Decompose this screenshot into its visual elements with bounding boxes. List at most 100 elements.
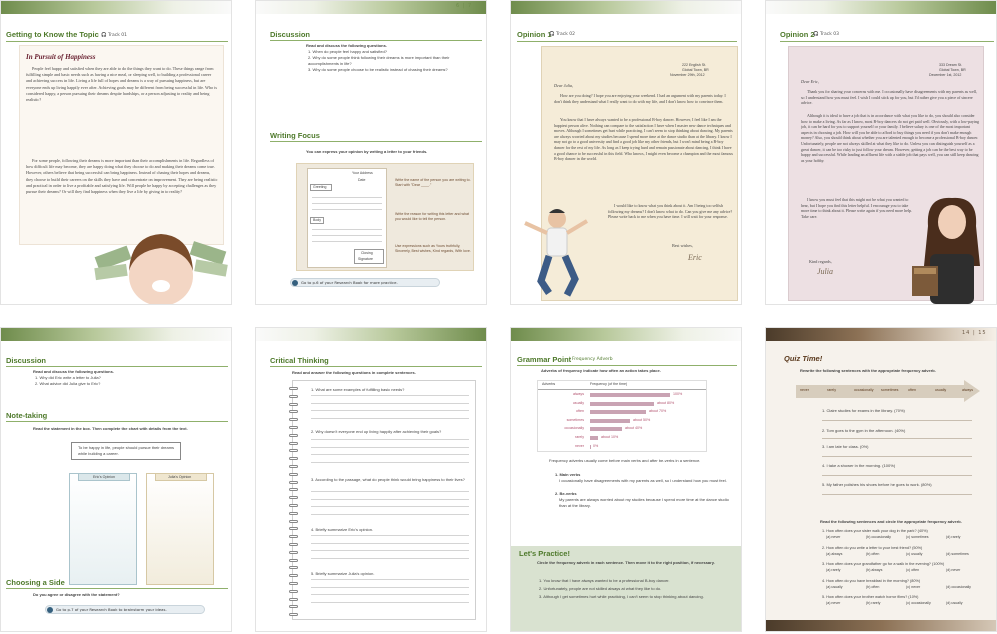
answer-line[interactable] [311,498,469,500]
mc-option[interactable]: (b) often [866,585,879,591]
mc-option[interactable]: (d) never [946,568,960,574]
research-book-link[interactable]: Go to p.7 of your Research Book to brain… [45,605,205,614]
page-title: Grammar Point [517,355,572,364]
frequency-value: about 50% [633,417,651,422]
mc-option[interactable]: (b) always [866,568,882,574]
answer-line[interactable] [311,491,469,492]
frequency-value: about 80% [657,400,675,405]
question-2: 2. Why do some people think following th… [308,55,450,66]
answer-line[interactable] [311,395,469,396]
answer-line[interactable] [311,402,469,404]
track-text: Track 03 [820,32,839,37]
answer-line[interactable] [311,513,469,515]
spiral-ring [289,589,298,593]
spiral-ring [289,558,298,562]
title-underline [780,41,994,42]
answer-line[interactable] [311,579,469,580]
mc-question: 5. How often does your brother watch hor… [822,595,919,599]
writing-instruction: You can express your opinion by writing … [306,149,428,154]
page-opinion-1: Opinion 1 🎧 Track 02 222 English St. Glo… [510,0,742,305]
answer-line[interactable] [311,586,469,588]
page-footer-bar [766,620,996,631]
answer-line[interactable] [311,601,469,603]
spiral-ring [289,605,298,609]
mc-option[interactable]: (c) usually [906,552,922,558]
page-header-bar [1,328,231,341]
track-label[interactable]: 🎧 Track 03 [813,32,839,37]
mc-option[interactable]: (a) rarely [826,568,840,574]
answer-line[interactable] [311,542,469,544]
quiz-item-4: 4. I take a shower in the morning. (100%… [822,463,896,468]
answer-line[interactable] [311,550,469,551]
answer-line[interactable] [822,475,972,476]
answer-line[interactable] [311,535,469,536]
letter-format-diagram: Your Address Date Greeting Body Closing … [296,163,474,271]
lets-practice-panel: Let's Practice! Circle the frequency adv… [511,546,741,631]
mc-option[interactable]: (c) sometimes [906,535,929,541]
mc-option[interactable]: (d) usually [946,601,963,607]
be-verbs-heading: 2. Be-verbs [555,491,577,496]
question-1: 1. Why did Eric write a letter to Julia? [35,375,101,380]
adverb-label: often [576,409,584,414]
spiral-ring [289,480,298,484]
bboy-dancer-illustration [524,209,589,297]
title-underline [6,421,228,422]
answer-line[interactable] [822,420,972,421]
julia-opinion-column[interactable]: Julia's Opinion [146,473,214,585]
letter-paragraph-3: I know you must feel that this might not… [801,197,912,219]
page-header-bar [511,1,741,14]
mc-option[interactable]: (c) occasionally [906,601,931,607]
frequency-value: about 70% [649,409,667,414]
page-quiz-time: 14 | 15 Quiz Time! Rewrite the following… [765,327,997,632]
letter-date: November 29th, 2012 [670,73,705,77]
subtitle-text: Frequency Adverb [571,357,613,362]
answer-line[interactable] [311,557,469,559]
page-header-bar [766,1,996,14]
mc-option[interactable]: (d) sometimes [946,552,969,558]
mc-option[interactable]: (c) never [906,585,920,591]
mc-option[interactable]: (b) occasionally [866,535,891,541]
title-underline [517,41,737,42]
answer-line[interactable] [822,438,972,439]
quiz-item-1: 1. Claire studies for exams in the libra… [822,408,905,413]
letter-template: Your Address Date Greeting Body Closing … [307,168,387,268]
mc-option[interactable]: (a) never [826,601,840,607]
research-book-link[interactable]: Go to p.6 of your Research Book for more… [290,278,440,287]
answer-line[interactable] [822,494,972,495]
mc-option[interactable]: (d) occasionally [946,585,971,591]
track-label[interactable]: 🎧 Track 02 [549,32,575,37]
scale-word: always [962,388,973,392]
answer-line[interactable] [311,410,469,411]
page-discussion-writing: 6 | 7 Discussion Read and discuss the fo… [255,0,487,305]
answer-line[interactable] [311,506,469,507]
answer-line[interactable] [822,456,972,457]
answer-line[interactable] [311,446,469,448]
mc-option[interactable]: (c) often [906,568,919,574]
practice-item-1[interactable]: 1. You know that I have always wanted to… [539,578,735,584]
reading-panel: In Pursuit of Happiness People feel happ… [19,45,224,245]
answer-line[interactable] [311,461,469,463]
woman-with-money-illustration [94,234,228,304]
mc-option[interactable]: (a) never [826,535,840,541]
mc-option[interactable]: (d) rarely [946,535,960,541]
section-title-writing-focus: Writing Focus [270,131,320,140]
address-line-1: 222 English St. [682,63,707,67]
main-verbs-example: I occasionally have disagreements with m… [559,478,727,483]
answer-line[interactable] [311,454,469,455]
discussion-instruction: Read and discuss the following questions… [306,43,387,48]
practice-item-3[interactable]: 3. Although I get sometimes hurt while p… [539,594,735,600]
mc-option[interactable]: (a) always [826,552,842,558]
answer-line[interactable] [311,439,469,440]
answer-line[interactable] [311,594,469,595]
mc-option[interactable]: (b) often [866,552,879,558]
mc-option[interactable]: (a) usually [826,585,843,591]
frequency-bar [590,401,654,406]
answer-line[interactable] [311,417,469,419]
label-address: Your Address [352,171,373,175]
track-label[interactable]: 🎧 Track 01 [101,33,127,38]
practice-item-2[interactable]: 2. Unfortunately, people are not skilled… [539,586,735,592]
eric-opinion-column[interactable]: Eric's Opinion [69,473,137,585]
spiral-ring [289,441,298,445]
mc-option[interactable]: (b) rarely [866,601,880,607]
headphone-icon: 🎧 [101,33,107,38]
